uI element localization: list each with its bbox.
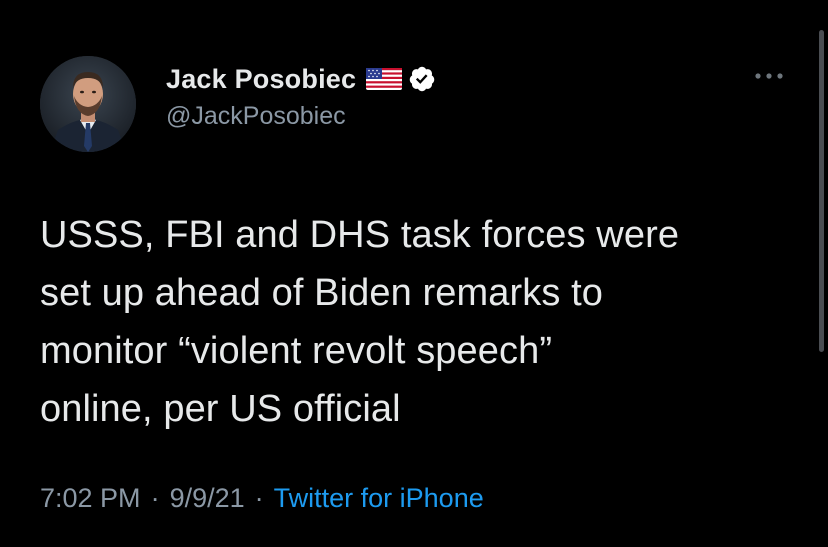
tweet-meta: 7:02 PM · 9/9/21 · Twitter for iPhone xyxy=(40,483,484,514)
more-horizontal-icon[interactable] xyxy=(752,68,786,84)
separator: · xyxy=(150,483,160,513)
scrollbar[interactable] xyxy=(819,30,824,352)
tweet-text: USSS, FBI and DHS task forces were set u… xyxy=(40,214,680,430)
separator: · xyxy=(254,483,264,513)
author-identity: Jack Posobiec @JackPosobiec xyxy=(166,60,436,131)
profile-photo xyxy=(40,56,136,152)
tweet-date[interactable]: 9/9/21 xyxy=(170,483,245,514)
source-link[interactable]: Twitter for iPhone xyxy=(274,483,484,514)
us-flag-icon xyxy=(366,68,403,90)
name-row: Jack Posobiec xyxy=(166,60,436,98)
display-name[interactable]: Jack Posobiec xyxy=(166,64,356,95)
tweet-time[interactable]: 7:02 PM xyxy=(40,483,141,514)
avatar[interactable] xyxy=(40,56,136,152)
handle[interactable]: @JackPosobiec xyxy=(166,102,436,131)
tweet: Jack Posobiec @JackPosobiec USSS, FBI an… xyxy=(0,0,828,547)
verified-icon xyxy=(408,65,436,93)
